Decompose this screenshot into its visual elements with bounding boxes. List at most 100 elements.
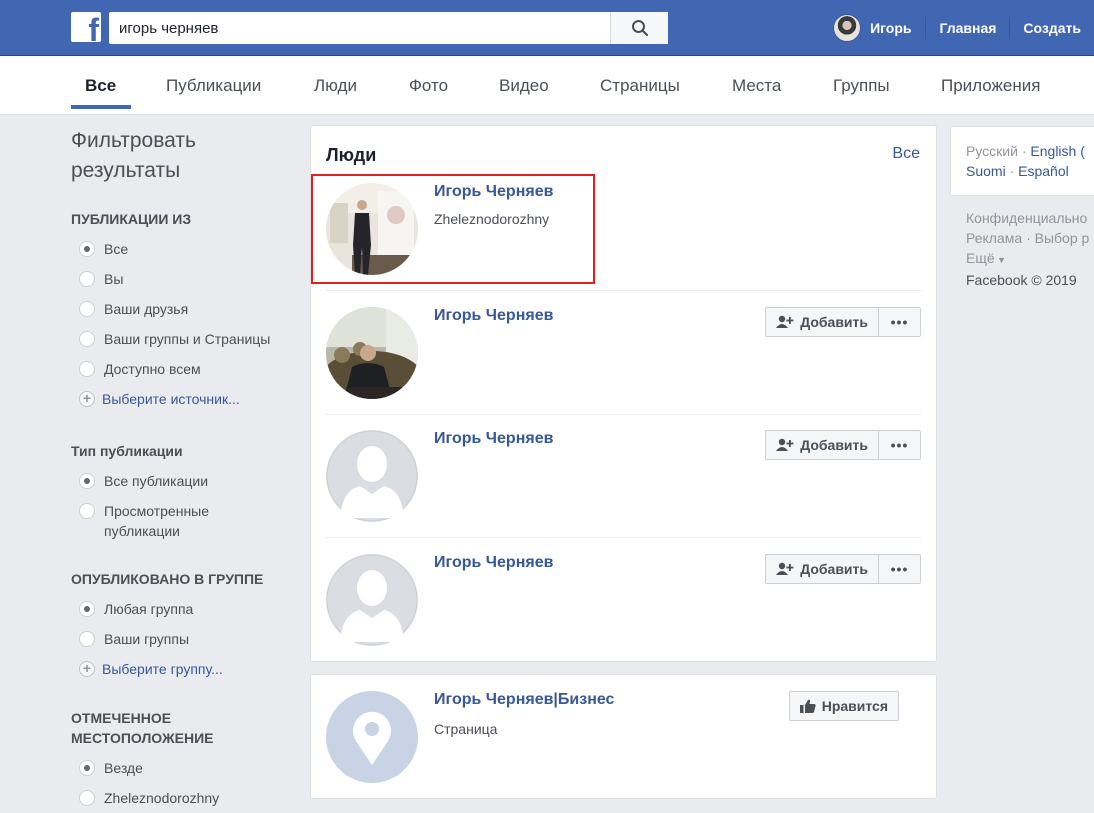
avatar[interactable]: [326, 554, 418, 646]
person-name[interactable]: Игорь Черняев: [434, 183, 553, 201]
page-name[interactable]: Игорь Черняев|Бизнес: [434, 691, 614, 709]
language-selector: Русский · English ( Suomi · Español: [950, 126, 1094, 196]
filter-title-line: результаты: [71, 159, 181, 182]
filter-option-label: Все: [104, 241, 129, 257]
radio-selected[interactable]: [79, 241, 95, 257]
filter-heading-line: МЕСТОПОЛОЖЕНИЕ: [71, 730, 214, 746]
add-friend-label: Добавить: [800, 314, 868, 330]
see-all-link[interactable]: Все: [892, 145, 920, 163]
tab-videos[interactable]: Видео: [499, 56, 549, 115]
filter-option-groups-pages[interactable]: Ваши группы и Страницы: [71, 329, 296, 349]
tab-pages[interactable]: Страницы: [600, 56, 680, 115]
add-friend-button[interactable]: Добавить: [765, 554, 879, 584]
place-pin-icon: [326, 691, 418, 783]
filter-option-label: Ваши друзья: [104, 301, 189, 317]
filter-option-you[interactable]: Вы: [71, 269, 296, 289]
choose-group-link[interactable]: + Выберите группу...: [71, 659, 296, 679]
page-result: Игорь Черняев|Бизнес Страница Нравится: [326, 691, 921, 813]
profile-link[interactable]: Игорь: [833, 0, 925, 56]
divider: [326, 290, 921, 291]
language-link[interactable]: English (: [1030, 143, 1084, 159]
friend-actions: Добавить •••: [765, 430, 921, 460]
add-friend-label: Добавить: [800, 437, 868, 453]
divider: [326, 537, 921, 538]
add-friend-button[interactable]: Добавить: [765, 307, 879, 337]
person-result: Игорь Черняев Zheleznodorozhny: [326, 183, 921, 307]
top-bar: f Игорь Главная Создать: [0, 0, 1094, 56]
tab-places[interactable]: Места: [732, 56, 781, 115]
radio-selected[interactable]: [79, 473, 95, 489]
person-name[interactable]: Игорь Черняев: [434, 307, 553, 325]
person-name[interactable]: Игорь Черняев: [434, 554, 553, 572]
filter-option-everywhere[interactable]: Везде: [71, 758, 296, 778]
radio[interactable]: [79, 790, 95, 806]
avatar[interactable]: [326, 183, 418, 275]
person-result: Игорь Черняев Добавить •••: [326, 430, 921, 554]
avatar-photo: [326, 307, 418, 399]
home-link[interactable]: Главная: [926, 0, 1009, 56]
filter-option-your-groups[interactable]: Ваши группы: [71, 629, 296, 649]
facebook-logo-icon[interactable]: f: [71, 12, 101, 42]
add-friend-icon: [776, 562, 794, 575]
avatar[interactable]: [326, 691, 418, 783]
like-page-button[interactable]: Нравится: [788, 691, 899, 721]
search-tabs: Все Публикации Люди Фото Видео Страницы …: [0, 56, 1094, 115]
default-profile-silhouette-icon: [326, 554, 418, 646]
radio-selected[interactable]: [79, 760, 95, 776]
filter-option-label: Вы: [104, 271, 124, 287]
filter-option-all[interactable]: Все: [71, 239, 296, 259]
choose-source-label: Выберите источник...: [102, 391, 240, 407]
language-link[interactable]: Español: [1018, 163, 1069, 179]
filter-section-heading: ПУБЛИКАЦИИ ИЗ: [71, 211, 192, 227]
more-options-button[interactable]: •••: [879, 554, 921, 584]
create-link[interactable]: Создать: [1010, 0, 1094, 56]
filter-panel: Фильтровать результаты ПУБЛИКАЦИИ ИЗ Все…: [71, 126, 296, 808]
radio[interactable]: [79, 631, 95, 647]
filter-option-label: Ваши группы: [104, 631, 190, 647]
tab-posts[interactable]: Публикации: [166, 56, 261, 115]
filter-option-viewed-posts[interactable]: Просмотренные публикации: [71, 501, 296, 541]
ads-link[interactable]: Реклама: [966, 230, 1022, 246]
radio[interactable]: [79, 331, 95, 347]
page-actions: Нравится: [788, 691, 899, 721]
add-friend-button[interactable]: Добавить: [765, 430, 879, 460]
default-profile-silhouette-icon: [326, 430, 418, 522]
tab-people[interactable]: Люди: [314, 56, 357, 115]
search-button[interactable]: [610, 12, 668, 44]
tab-groups[interactable]: Группы: [833, 56, 890, 115]
plus-icon: +: [79, 391, 95, 407]
friend-actions: Добавить •••: [765, 554, 921, 584]
avatar[interactable]: [326, 307, 418, 399]
tab-apps[interactable]: Приложения: [941, 56, 1040, 115]
radio[interactable]: [79, 271, 95, 287]
profile-name: Игорь: [870, 20, 912, 36]
more-label: Ещё: [966, 250, 995, 266]
radio[interactable]: [79, 503, 95, 519]
language-link[interactable]: Suomi: [966, 163, 1006, 179]
person-location: Zheleznodorozhny: [434, 211, 550, 227]
plus-icon: +: [79, 661, 95, 677]
privacy-link[interactable]: Конфиденциально: [966, 208, 1094, 228]
filter-option-all-posts[interactable]: Все публикации: [71, 471, 296, 491]
ad-choices-link[interactable]: Выбор р: [1035, 230, 1090, 246]
more-options-button[interactable]: •••: [879, 430, 921, 460]
filter-option-location[interactable]: Zheleznodorozhny: [71, 788, 296, 808]
filter-title: Фильтровать результаты: [71, 126, 296, 186]
avatar-photo: [326, 183, 418, 275]
add-friend-label: Добавить: [800, 561, 868, 577]
add-friend-icon: [776, 438, 794, 451]
more-link[interactable]: Ещё ▼: [966, 248, 1094, 270]
radio[interactable]: [79, 301, 95, 317]
filter-option-public[interactable]: Доступно всем: [71, 359, 296, 379]
search-input[interactable]: [109, 12, 610, 44]
filter-option-any-group[interactable]: Любая группа: [71, 599, 296, 619]
tab-photos[interactable]: Фото: [409, 56, 448, 115]
radio[interactable]: [79, 361, 95, 377]
filter-option-label: Любая группа: [104, 601, 194, 617]
choose-source-link[interactable]: + Выберите источник...: [71, 389, 296, 409]
filter-option-friends[interactable]: Ваши друзья: [71, 299, 296, 319]
person-name[interactable]: Игорь Черняев: [434, 430, 553, 448]
avatar[interactable]: [326, 430, 418, 522]
more-options-button[interactable]: •••: [879, 307, 921, 337]
radio-selected[interactable]: [79, 601, 95, 617]
